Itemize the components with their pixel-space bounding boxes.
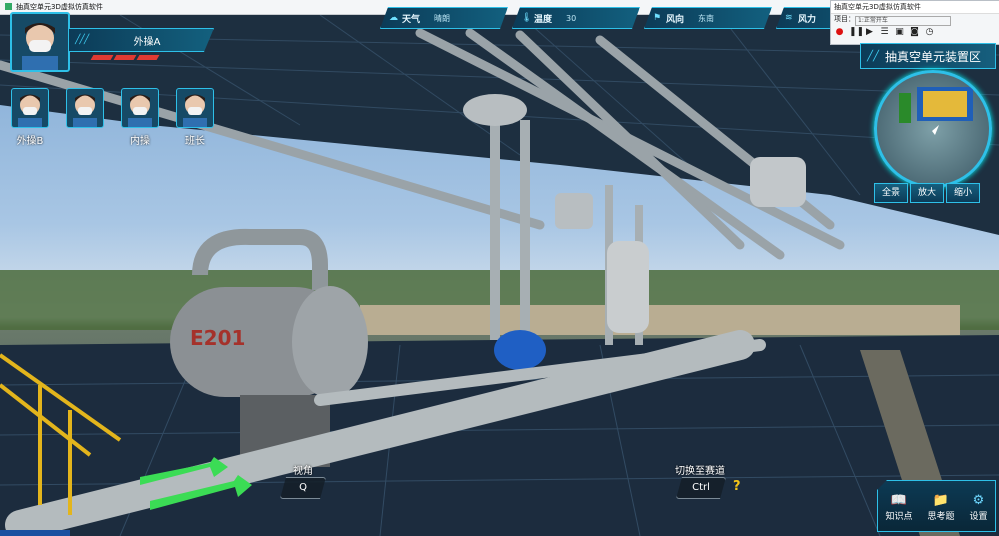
zoom-out-button[interactable]: 缩小 [946,183,981,203]
minimap-controls: 全景 放大 缩小 [874,183,981,203]
crew-label: 班长 [185,136,205,147]
stripe-decoration: ╱╱╱ [75,35,89,45]
wind-icon: ≋ [785,13,793,23]
list-icon[interactable]: ☰ [879,27,890,38]
book-icon: 📖 [890,492,908,508]
crew-avatar[interactable] [66,88,104,128]
player-namebar: ╱╱╱ 外操A [68,28,214,52]
temperature-value: 30 [566,13,577,23]
crew-member-4[interactable]: 班长 [176,88,214,147]
crew-avatar[interactable] [176,88,214,128]
taskbar-corner [0,530,70,536]
crew-label: 内操 [130,136,150,147]
project-select[interactable]: 1:正常开车 [855,16,951,26]
questions-label: 思考题 [927,511,955,522]
wind-direction-label: 风向 [666,14,685,25]
knowledge-button[interactable]: 📖 知识点 [885,493,912,522]
weather-item-weather: ☁ 天气 晴朗 [380,7,508,29]
camera-icon[interactable]: ◙ [909,27,920,38]
settings-label: 设置 [969,511,988,522]
area-title: ╱╱ 抽真空单元装置区 [860,43,996,69]
play-icon[interactable]: ▶ [864,27,875,38]
minimap[interactable] [874,70,992,188]
vessel-tag: E201 [190,326,245,350]
app-icon [5,3,12,10]
crew-avatar[interactable] [11,88,49,128]
crew-member-1[interactable]: 外操B [11,88,49,147]
control-toolbar: ● ❚❚ ▶ ☰ ▣ ◙ ◷ [831,27,999,38]
pause-icon[interactable]: ❚❚ [849,27,864,38]
view-key-button[interactable]: Q [280,477,326,499]
flag-icon: ⚑ [653,13,662,23]
player-name: 外操A [133,36,161,48]
folder-icon: 📁 [932,492,950,508]
temperature-label: 温度 [534,14,553,25]
area-title-text: 抽真空单元装置区 [885,49,982,64]
knowledge-label: 知识点 [885,511,913,522]
cloud-icon: ☁ [389,13,398,23]
project-label: 项目： [834,15,855,23]
stripe-decoration: ╱╱ [867,50,880,62]
zoom-in-button[interactable]: 放大 [910,183,945,203]
weather-label: 天气 [402,14,421,25]
weather-item-temperature: 🌡 温度 30 [512,7,640,29]
crew-member-3[interactable]: 内操 [121,88,159,147]
player-card: ╱╱╱ 外操A [10,12,216,72]
crew-member-2[interactable] [66,88,104,132]
clock-icon[interactable]: ◷ [924,27,935,38]
player-marker-icon [932,125,939,135]
record-icon[interactable]: ● [834,27,845,38]
wind-force-label: 风力 [798,14,817,25]
thermometer-icon: 🌡 [521,13,533,23]
help-icon[interactable]: ? [733,479,741,494]
monitor-icon[interactable]: ▣ [894,27,905,38]
player-avatar[interactable] [10,12,70,72]
weather-item-wind-direction: ⚑ 风向 东南 [644,7,772,29]
health-bar [90,55,160,60]
control-window: 抽真空单元3D虚拟仿真软件 项目： 1:正常开车 ● ❚❚ ▶ ☰ ▣ ◙ ◷ [830,0,999,45]
weather-value: 晴朗 [434,13,451,23]
settings-button[interactable]: ⚙ 设置 [969,493,987,522]
wind-direction-value: 东南 [698,13,715,23]
action-panel: 📖 知识点 📁 思考题 ⚙ 设置 [877,480,996,532]
switch-key-button[interactable]: Ctrl [676,477,726,499]
questions-button[interactable]: 📁 思考题 [927,493,954,522]
crew-avatar[interactable] [121,88,159,128]
switch-label: 切换至赛道 [675,466,725,477]
weather-bar: ☁ 天气 晴朗 🌡 温度 30 ⚑ 风向 东南 ≋ 风力 3级 [380,7,904,29]
project-row: 项目： 1:正常开车 [831,14,999,26]
gear-icon: ⚙ [972,492,985,508]
view-label: 视角 [293,466,313,477]
window-title: 抽真空单元3D虚拟仿真软件 [16,3,103,11]
crew-label: 外操B [16,136,44,147]
control-window-title: 抽真空单元3D虚拟仿真软件 [831,1,999,14]
panorama-button[interactable]: 全景 [874,183,909,203]
